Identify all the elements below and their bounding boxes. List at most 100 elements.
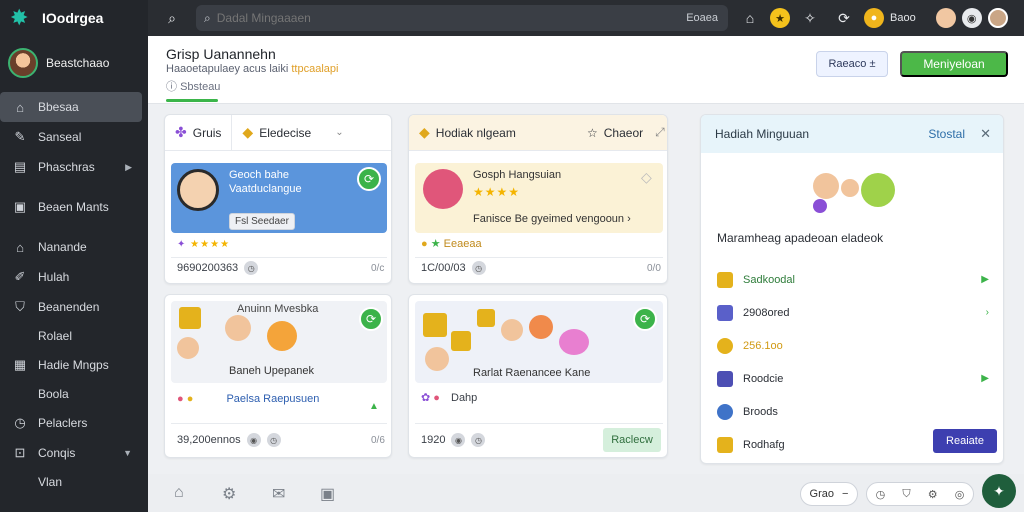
item-panel[interactable]: Anuinn Mvesbka Baneh Upepanek ⟳ [171,301,387,383]
home-icon[interactable]: ⌂ [174,484,184,502]
details-action-link[interactable]: Stostal [928,127,965,141]
notification-icon[interactable]: ● [864,8,884,28]
feature-link[interactable]: Paelsa Raepusuen [226,393,319,405]
coin-icon: ● [186,393,194,405]
character-icon: ● [433,392,440,404]
footer-count: 1C/00/03 [421,262,466,274]
chevron-right-icon: › [985,307,989,318]
brand[interactable]: ✸ IOodrgea [0,0,148,36]
review-button[interactable]: Raclecw [603,428,661,452]
avatar[interactable] [987,8,1008,28]
list-item[interactable]: 256.1oo [717,329,993,362]
star-icon: ☆ [587,125,598,140]
item-panel[interactable]: Rarlat Raenancee Kane ⟳ [415,301,663,383]
details-title: Hadiah Minguuan [715,127,810,141]
item-panel[interactable]: Gosph Hangsuian ★★★★ Fanisce Be gyeimed … [415,163,663,233]
tab-elements[interactable]: ◆ Eledecise ⌄ [232,115,353,151]
tab-label: Eledecise [259,125,312,140]
cube-icon [717,304,733,321]
topbar-actions: ⌂ ★ ✧ ⟳ ● Baoo ◉ [736,0,1008,36]
item-panel[interactable]: Geoch bahe Vaatduclangue Fsl Seedaer ⟳ [171,163,387,233]
tab-groups[interactable]: ✤ Gruis [165,115,233,151]
clock-icon[interactable]: ◷ [876,488,886,501]
shield-icon[interactable]: ⛉ [902,488,910,501]
list-item[interactable]: 2908ored › [717,296,993,329]
sidebar-item-0[interactable]: ⌂ Bbesaa [0,92,142,122]
flag-icon: ▶ [981,274,989,285]
sidebar-item-2[interactable]: ▤ Phaschras ▶ [0,152,148,182]
sidebar-item-9[interactable]: Boola [0,380,148,408]
lock-icon[interactable]: ⌂ [736,10,764,26]
avatar[interactable] [935,8,956,28]
rating-value: ★★★★ [190,239,231,250]
cube-icon [717,436,733,453]
user-profile[interactable]: Beastchaao [0,36,148,92]
card-footer: 1920 ◉ ◷ [421,433,486,447]
expand-icon: ⤢ [655,125,665,139]
list-item[interactable]: Sadkoodal ▶ [717,263,993,296]
sidebar-item-5[interactable]: ✐ Hulah [0,262,148,292]
minus-icon: − [842,488,849,500]
settings-icon[interactable]: ⚙ [928,488,938,501]
settings-icon[interactable]: ⚙ [222,484,236,504]
secondary-button[interactable]: Raeaco ± [816,51,888,77]
card-footer: 39,200ennos ◉ ◷ [177,433,281,447]
refresh-icon[interactable]: ⟳ [357,167,381,191]
sidebar-item-3[interactable]: ▣ Beaen Mants [0,192,148,222]
flower-icon: ✿ [421,392,431,404]
sidebar-item-1[interactable]: ✎ Sanseal [0,122,148,152]
sidebar-item-label: Boola [38,387,69,401]
clipboard-icon[interactable]: ▣ [320,484,335,504]
refresh-icon[interactable]: ⟳ [359,307,383,331]
filter-pill[interactable]: Grao − [800,482,858,506]
list-item[interactable]: Broods [717,395,993,428]
sidebar-item-11[interactable]: ⊡ Conqis ▼ [0,438,148,468]
search-icon[interactable]: ⌕ [158,10,186,27]
subtitle-highlight[interactable]: ttpcaalapi [291,63,338,75]
search-bar[interactable]: ⌕ Eoaea [196,5,728,31]
create-button[interactable]: Reaiate [933,429,997,453]
tab-hodiak[interactable]: ◆ Hodiak nlgeam [409,115,526,151]
topbar-user-label[interactable]: Baoo [890,12,916,24]
house-icon: ⌂ [16,239,24,255]
refresh-icon[interactable]: ⟳ [830,10,858,27]
primary-button[interactable]: Meniyeloan [900,51,1008,77]
character-icon: ● [177,393,184,405]
details-description: Maramheag apadeoan eladeok [717,231,884,245]
chat-icon[interactable]: ✉ [272,484,285,504]
search-input[interactable] [216,11,617,25]
close-icon[interactable]: ✕ [980,126,991,142]
panel-caption: Baneh Upepanek [229,365,315,377]
sidebar-item-7[interactable]: Rolael [0,322,148,350]
sidebar-item-6[interactable]: ⛉ Beanenden [0,292,148,322]
tag-chip[interactable]: Fsl Seedaer [229,213,295,230]
coin-icon[interactable]: ★ [770,8,790,28]
list-item-label: Broods [743,405,778,418]
edit-icon: ✎ [14,129,26,144]
tag-icon[interactable]: ◇ [641,169,652,186]
status-label: Eeaeaa [443,238,482,250]
panel-title: Geoch bahe [229,169,289,181]
sidebar-item-12[interactable]: Vlan [0,468,148,496]
sidebar-item-8[interactable]: ▦ Hadie Mngps [0,350,148,380]
record-icon[interactable]: ◎ [955,488,965,501]
sidebar-item-label: Rolael [38,329,73,343]
sidebar-item-4[interactable]: ⌂ Nanande [0,232,148,262]
flag-icon: ▶ [981,373,989,384]
bottom-toolbar: ⌂ ⚙ ✉ ▣ Grao − ◷ ⛉ ⚙ ◎ ✦ [148,474,1024,512]
list-item[interactable]: Roodcie ▶ [717,362,993,395]
divider [171,423,387,424]
clock-icon: ◷ [471,261,486,275]
home-icon: ⌂ [16,99,24,115]
character-figure [559,329,589,355]
page-subtitle: Haaoetapulaey acus laiki ttpcaalapi [166,63,338,75]
user-icon[interactable]: ◉ [961,8,982,28]
tab-action[interactable]: ☆ Chaeor ⤢ [577,115,667,151]
label-row: ● ★ Eeaeaa [421,237,482,250]
star-logo-icon: ✸ [10,5,29,30]
chevron-right-icon: ▶ [125,161,132,172]
puzzle-icon[interactable]: ✧ [796,10,824,27]
sidebar-item-10[interactable]: ◷ Pelaclers [0,408,148,438]
refresh-icon[interactable]: ⟳ [633,307,657,331]
floating-action-button[interactable]: ✦ [982,474,1016,508]
